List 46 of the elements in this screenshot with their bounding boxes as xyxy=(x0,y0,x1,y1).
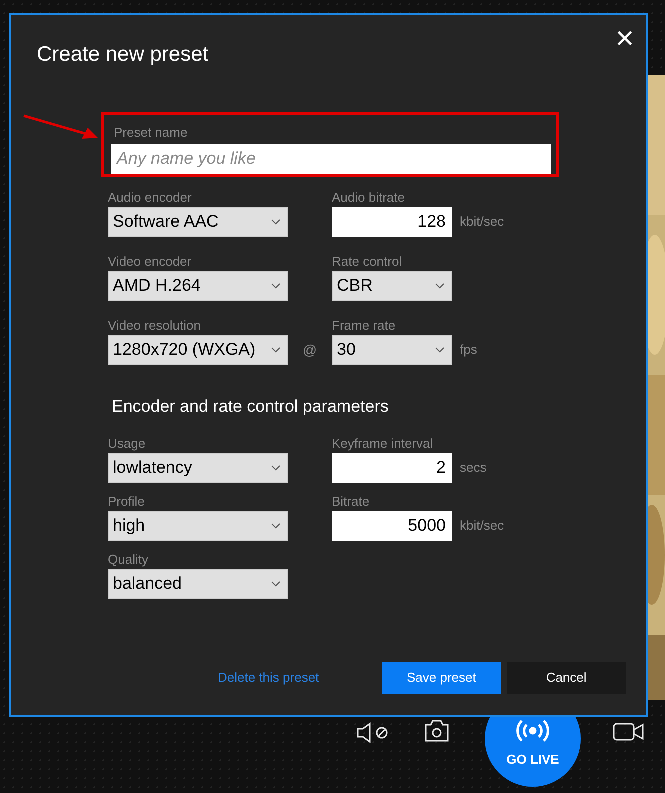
dropdown[interactable]: 1280x720 (WXGA) xyxy=(108,335,288,365)
chevron-down-icon xyxy=(271,581,281,587)
save-button[interactable]: Save preset xyxy=(382,662,502,694)
dropdown[interactable]: Software AAC xyxy=(108,207,288,237)
field-label: Video resolution xyxy=(108,318,202,333)
field-label: Audio bitrate xyxy=(332,190,406,205)
number-field[interactable]: 128 xyxy=(332,207,452,237)
unit-label: kbit/sec xyxy=(460,517,504,536)
chevron-down-icon xyxy=(271,283,281,289)
number-field[interactable]: 5000 xyxy=(332,511,452,541)
video-camera-icon[interactable] xyxy=(613,722,645,742)
number-field[interactable]: 2 xyxy=(332,453,452,483)
field-label: Video encoder xyxy=(108,254,193,269)
delete-link[interactable]: Delete this preset xyxy=(218,668,374,688)
field-label: Preset name xyxy=(114,125,188,140)
camera-icon[interactable] xyxy=(424,719,450,743)
dropdown[interactable]: AMD H.264 xyxy=(108,271,288,301)
chevron-down-icon xyxy=(435,347,445,353)
dropdown[interactable]: lowlatency xyxy=(108,453,288,483)
chevron-down-icon xyxy=(271,465,281,471)
unit-label: fps xyxy=(460,341,478,360)
field-label: Profile xyxy=(108,494,146,509)
unit-label: secs xyxy=(460,459,487,478)
field-label: Frame rate xyxy=(332,318,397,333)
cancel-button[interactable]: Cancel xyxy=(507,662,626,694)
dialog-title: Create new preset xyxy=(37,42,209,68)
broadcast-icon xyxy=(516,720,550,742)
dropdown[interactable]: CBR xyxy=(332,271,452,301)
close-button[interactable]: × xyxy=(613,23,637,53)
chevron-down-icon xyxy=(271,219,281,225)
at-sign: @ xyxy=(302,340,318,360)
unit-label: kbit/sec xyxy=(460,213,504,232)
chevron-down-icon xyxy=(271,347,281,353)
field-label: Quality xyxy=(108,552,150,567)
dropdown[interactable]: high xyxy=(108,511,288,541)
field-label: Rate control xyxy=(332,254,404,269)
section-heading: Encoder and rate control parameters xyxy=(112,396,389,418)
speaker-mute-icon xyxy=(356,722,390,744)
field-label: Usage xyxy=(108,436,147,451)
field-label: Audio encoder xyxy=(108,190,193,205)
field-label: Bitrate xyxy=(332,494,371,509)
dropdown[interactable]: 30 xyxy=(332,335,452,365)
chevron-down-icon xyxy=(271,523,281,529)
chevron-down-icon xyxy=(435,283,445,289)
dropdown[interactable]: balanced xyxy=(108,569,288,599)
field-label: Keyframe interval xyxy=(332,436,434,451)
